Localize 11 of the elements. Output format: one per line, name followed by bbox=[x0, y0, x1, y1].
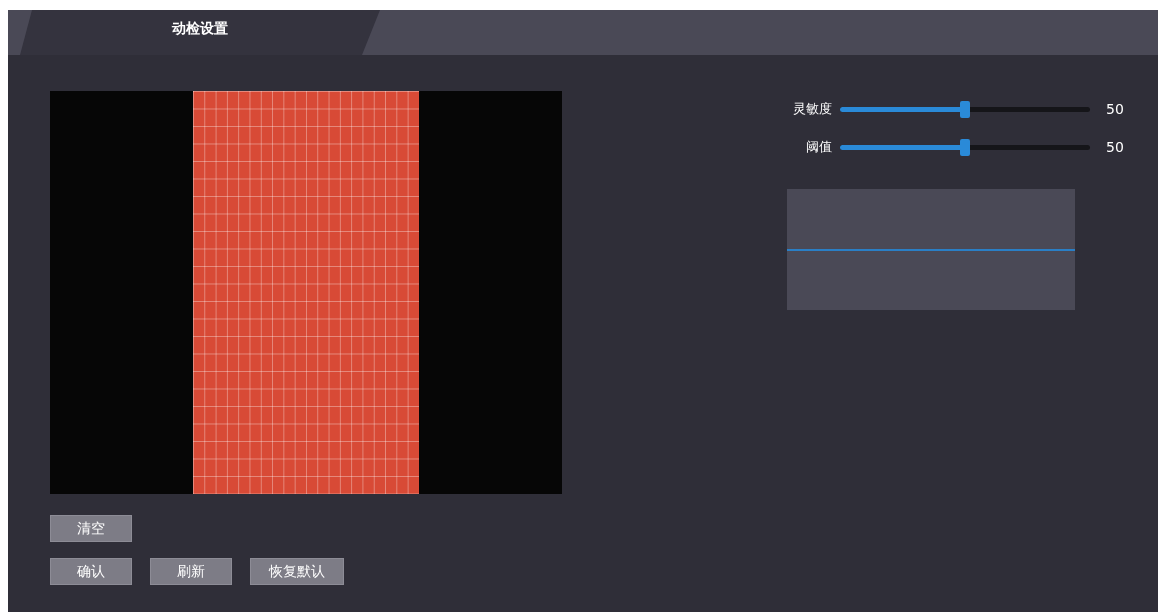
button[interactable]: 清空 bbox=[50, 515, 132, 542]
slider-value: 50 bbox=[1106, 101, 1124, 117]
button[interactable]: 恢复默认 bbox=[250, 558, 344, 585]
slider-label: 阈值 bbox=[805, 138, 832, 156]
slider[interactable] bbox=[840, 138, 1090, 156]
slider-label: 灵敏度 bbox=[792, 100, 832, 118]
slider-value: 50 bbox=[1106, 139, 1124, 155]
button[interactable]: 刷新 bbox=[150, 558, 232, 585]
button[interactable]: 确认 bbox=[50, 558, 132, 585]
tab[interactable]: 动检设置 bbox=[20, 10, 380, 55]
slider[interactable] bbox=[840, 100, 1090, 118]
